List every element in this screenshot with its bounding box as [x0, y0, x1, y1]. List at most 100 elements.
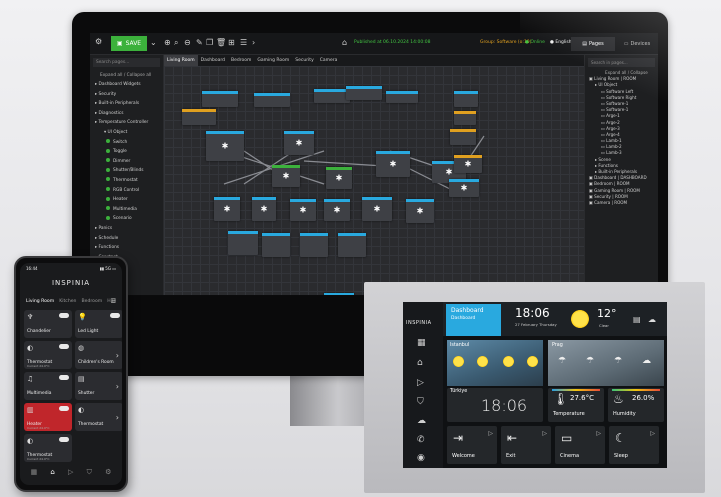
cloud-sync-icon[interactable]: ☁ [648, 315, 656, 324]
brush-icon[interactable]: ✎ [196, 38, 203, 47]
toggle-switch[interactable] [59, 437, 69, 442]
humidity-card[interactable]: ♨ 26.0% Humidity [608, 388, 664, 422]
logic-node[interactable]: ✱ [324, 199, 350, 221]
logic-node[interactable] [454, 91, 478, 107]
room-tab[interactable]: Kitchen [59, 299, 76, 304]
sidebar-item[interactable]: ▾ UI Object [90, 128, 163, 138]
logic-node[interactable]: ✱ [284, 131, 314, 155]
sidebar-item[interactable]: ▸ Panics [90, 224, 163, 234]
logic-node[interactable] [314, 89, 350, 103]
tab-gaming-room[interactable]: Gaming Room [254, 55, 292, 66]
settings-nav-icon[interactable]: ⚙ [105, 468, 111, 476]
sidebar-item[interactable]: ▸ Temperature Controller [90, 118, 163, 128]
sidebar-item[interactable]: Switch [90, 138, 163, 148]
logic-node[interactable] [300, 233, 328, 257]
logic-node[interactable] [386, 91, 418, 103]
room-tab[interactable]: Living Room [26, 299, 54, 304]
toggle-switch[interactable] [59, 375, 69, 380]
device-tile[interactable]: ◐ Thermostat Current 24.0°C [24, 341, 72, 369]
device-tile[interactable]: ♫ Multimedia [24, 372, 72, 400]
phone-icon[interactable]: ✆ [417, 435, 425, 445]
play-icon[interactable]: ▷ [417, 378, 424, 388]
sidebar-item[interactable]: RGB Control [90, 186, 163, 196]
copy-icon[interactable]: ❐ [206, 38, 213, 47]
toggle-switch[interactable] [59, 313, 69, 318]
save-button[interactable]: ▣ SAVE [111, 36, 147, 51]
logic-node[interactable]: ✱ [406, 199, 434, 223]
sidebar-item[interactable]: ▸ Diagnostics [90, 109, 163, 119]
chat-icon[interactable]: ▤ [633, 315, 641, 324]
sidebar-item[interactable]: ▸ Built-in Peripherals [90, 99, 163, 109]
sidebar-item[interactable]: Toggle [90, 147, 163, 157]
logic-node[interactable] [202, 91, 238, 107]
device-tile[interactable]: ▤ › Shutter [75, 372, 122, 400]
play-nav-icon[interactable]: ▷ [68, 468, 73, 476]
sidebar-item[interactable]: Scenario [90, 214, 163, 224]
sidebar-item[interactable]: ▸ Dashboard Widgets [90, 80, 163, 90]
forward-icon[interactable]: › [252, 38, 255, 47]
scene-button[interactable]: ▭ ▷ Cinema [555, 426, 605, 464]
logic-node[interactable]: ✱ [324, 293, 354, 295]
tree-item[interactable]: ▣ Camera | ROOM [585, 200, 658, 206]
menu-icon[interactable]: ☰ [111, 298, 116, 305]
sidebar-item[interactable]: Thermostat [90, 176, 163, 186]
chevron-down-icon[interactable]: ⌄ [150, 38, 157, 47]
scene-button[interactable]: ⇤ ▷ Exit [501, 426, 551, 464]
logic-node[interactable]: ✱ [214, 197, 240, 221]
tab-dashboard[interactable]: Dashboard [198, 55, 228, 66]
device-tile[interactable]: 💡 Led Light [75, 310, 122, 338]
logic-node[interactable] [182, 109, 216, 125]
shield-nav-icon[interactable]: ⛉ [87, 468, 92, 477]
sidebar-item[interactable]: ▸ Schedule [90, 234, 163, 244]
device-tile[interactable]: ▥ Heater Current 24.0°C [24, 403, 72, 431]
tab-pages[interactable]: ▤ Pages [571, 37, 615, 51]
camera-icon[interactable]: ◉ [417, 453, 425, 463]
logic-node[interactable] [254, 93, 290, 107]
tab-living-room[interactable]: Living Room [164, 55, 198, 66]
dashboard-badge[interactable]: Dashboard Dashboard [446, 304, 501, 336]
tab-security[interactable]: Security [292, 55, 316, 66]
sidebar-item[interactable]: Heater [90, 195, 163, 205]
group-label[interactable]: Group: Software (o:10) [480, 40, 531, 45]
sidebar-item[interactable]: Multimedia [90, 205, 163, 215]
expand-collapse[interactable]: Expand all / Collapse all [90, 70, 163, 80]
device-tile[interactable]: ◍ › Children's Room [75, 341, 122, 369]
zoom-reset-icon[interactable]: ⌕ [174, 38, 178, 48]
room-tab[interactable]: Bedroom [81, 299, 102, 304]
home-nav-icon[interactable]: ⌂ [50, 468, 54, 476]
scene-button[interactable]: ☾ ▷ Sleep [609, 426, 659, 464]
device-tile[interactable]: ♆ Chandelier [24, 310, 72, 338]
logic-node[interactable]: ✱ [449, 179, 479, 197]
zoom-in-icon[interactable]: ⊕ [164, 38, 171, 47]
cloud-icon[interactable]: ☁ [417, 416, 426, 426]
logic-node[interactable] [338, 233, 366, 257]
logic-node[interactable]: ✱ [326, 167, 352, 189]
gear-icon[interactable]: ⚙ [95, 37, 102, 46]
tab-devices[interactable]: ▭ Devices [617, 37, 657, 51]
logic-node[interactable] [454, 111, 476, 125]
trash-icon[interactable]: 🗑 [216, 38, 226, 47]
page-search-input[interactable]: Search in pages... [588, 58, 655, 67]
logic-node[interactable]: ✱ [454, 155, 482, 173]
toggle-switch[interactable] [59, 344, 69, 349]
toggle-switch[interactable] [59, 406, 69, 411]
logic-node[interactable] [262, 233, 290, 257]
logic-node[interactable]: ✱ [206, 131, 244, 161]
logic-node[interactable]: ✱ [376, 151, 410, 177]
logic-node[interactable] [228, 231, 258, 255]
tab-camera[interactable]: Camera [317, 55, 341, 66]
logic-node[interactable]: ✱ [362, 197, 392, 221]
device-tile[interactable]: ◐ › Thermostat [75, 403, 122, 431]
temperature-card[interactable]: 🌡 27.6°C Temperature [548, 388, 604, 422]
home-icon[interactable]: ⌂ [417, 358, 423, 368]
search-input[interactable]: Search pages... [93, 58, 160, 67]
shield-icon[interactable]: ⛉ [417, 397, 424, 407]
grid-nav-icon[interactable]: ▦ [31, 468, 38, 476]
sidebar-item[interactable]: ▸ Security [90, 90, 163, 100]
tab-bedroom[interactable]: Bedroom [228, 55, 254, 66]
logic-node[interactable]: ✱ [290, 199, 316, 221]
sidebar-item[interactable]: Dimmer [90, 157, 163, 167]
toggle-switch[interactable] [110, 313, 120, 318]
align-icon[interactable]: ☰ [240, 38, 247, 47]
dashboard-icon[interactable]: ▦ [417, 338, 426, 348]
